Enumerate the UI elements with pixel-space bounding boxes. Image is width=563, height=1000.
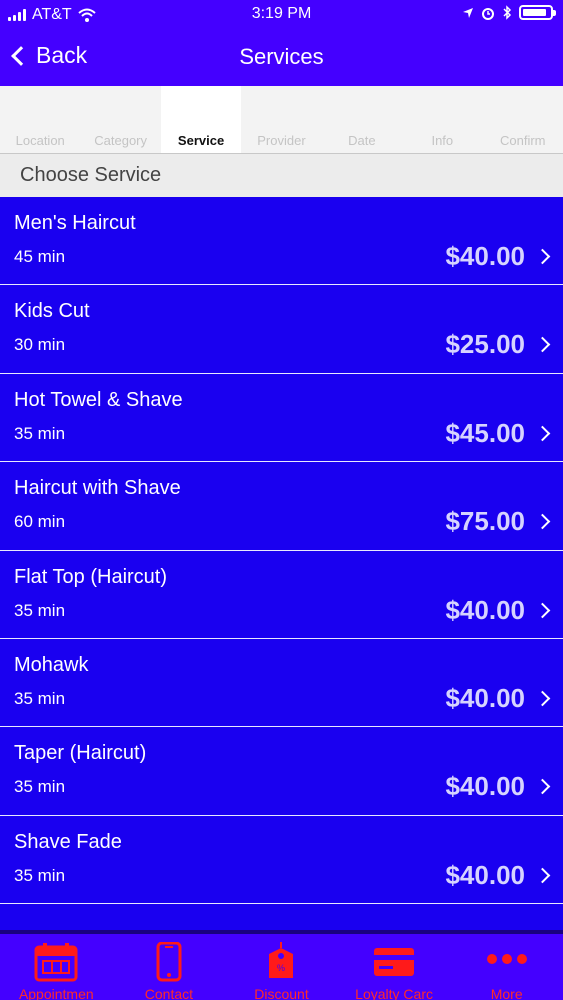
chevron-right-icon [534,602,551,618]
service-duration: 35 min [14,865,66,885]
tab-bar: Appointmen Contact% Discount Loyalty Carc Mo… [0,930,563,1000]
battery-level [523,9,547,16]
service-row[interactable]: Flat Top (Haircut) 35 min $40.00 [0,550,563,639]
service-duration: 30 min [14,335,66,355]
tab-label: Contact [144,986,194,1000]
service-row[interactable]: Haircut with Shave 60 min $75.00 [0,462,563,551]
chevron-right-icon [534,337,551,353]
service-price: $40.00 [445,241,525,271]
calendar-icon [33,942,79,987]
step-label: Location [15,133,65,148]
svg-text:%: % [277,963,285,973]
step-label: Confirm [499,133,546,148]
tab-contact[interactable]: Contact [113,934,226,1000]
chevron-right-icon [534,425,551,442]
step-label: Service [177,133,225,148]
service-duration: 35 min [14,688,66,708]
step-date[interactable]: Date [322,86,402,153]
tab-appointmen[interactable]: Appointmen [0,934,113,1000]
service-name: Shave Fade [14,830,122,853]
tab-discount[interactable]: % Discount [225,934,338,1000]
service-duration: 35 min [14,423,66,443]
step-label: Date [348,133,376,148]
service-duration: 35 min [14,600,66,620]
chevron-right-icon [534,248,551,265]
back-label: Back [36,42,88,68]
service-name: Haircut with Shave [14,477,181,500]
step-label: Info [431,133,454,148]
service-name: Flat Top (Haircut) [14,565,168,588]
service-row[interactable]: Hot Towel & Shave 35 min $45.00 [0,373,563,463]
tab-label: Loyalty Carc [355,986,433,1000]
service-name: Hot Towel & Shave [14,388,183,411]
tab-loyalty-carc[interactable]: Loyalty Carc [338,934,451,1000]
more-icon [485,952,529,971]
step-provider[interactable]: Provider [241,86,321,153]
chevron-left-icon [11,45,31,66]
service-price: $25.00 [445,329,525,360]
service-name: Kids Cut [14,300,90,323]
navigation-bar: Back Services [0,30,563,86]
service-duration: 60 min [14,512,66,532]
alarm-icon [482,7,494,20]
service-name: Mohawk [14,653,89,676]
service-name: Men's Haircut [14,212,136,234]
chevron-right-icon [534,513,551,530]
service-price: $40.00 [445,859,525,890]
step-label: Category [94,133,147,148]
service-price: $45.00 [445,417,525,448]
service-row[interactable]: Shave Fade 35 min $40.00 [0,815,563,905]
service-price: $40.00 [445,771,525,802]
tag-icon: % [263,940,299,987]
location-arrow-icon [463,7,473,18]
card-icon [372,946,416,983]
step-category[interactable]: Category [80,86,160,153]
service-row[interactable]: Kids Cut 30 min $25.00 [0,285,563,374]
chevron-right-icon [534,779,551,795]
back-button[interactable]: Back [8,42,87,69]
booking-steps: Location Category Service Provider Date Info C… [0,86,563,154]
chevron-right-icon [534,867,551,884]
service-price: $40.00 [445,682,525,713]
service-list: Men's Haircut 45 min $40.00 Kids Cut 30 min $… [0,197,563,905]
service-row[interactable]: Mohawk 35 min $40.00 [0,638,563,728]
tab-more[interactable]: More [450,934,563,1000]
service-duration: 45 min [14,247,66,266]
bluetooth-icon [503,5,512,20]
service-row[interactable]: Taper (Haircut) 35 min $40.00 [0,727,563,816]
service-row[interactable]: Men's Haircut 45 min $40.00 [0,197,563,286]
tab-label: More [490,986,523,1000]
step-label: Provider [257,133,306,148]
service-name: Taper (Haircut) [14,742,147,765]
battery-icon [519,5,556,20]
tab-label: Appointmen [18,986,94,1000]
step-info[interactable]: Info [402,86,482,153]
step-confirm[interactable]: Confirm [483,86,563,153]
status-right [462,5,556,20]
service-duration: 35 min [14,777,66,797]
chevron-right-icon [534,690,551,707]
service-price: $40.00 [445,594,525,625]
tab-label: Discount [254,986,309,1000]
phone-icon [156,941,182,987]
status-bar: AT&T 3:19 PM [0,0,563,30]
service-price: $75.00 [445,506,525,537]
section-header: Choose Service [0,154,563,197]
step-service[interactable]: Service [160,86,242,153]
step-location[interactable]: Location [0,86,80,153]
services-screen: AT&T 3:19 PM Back Services Location Cate… [0,0,563,1000]
